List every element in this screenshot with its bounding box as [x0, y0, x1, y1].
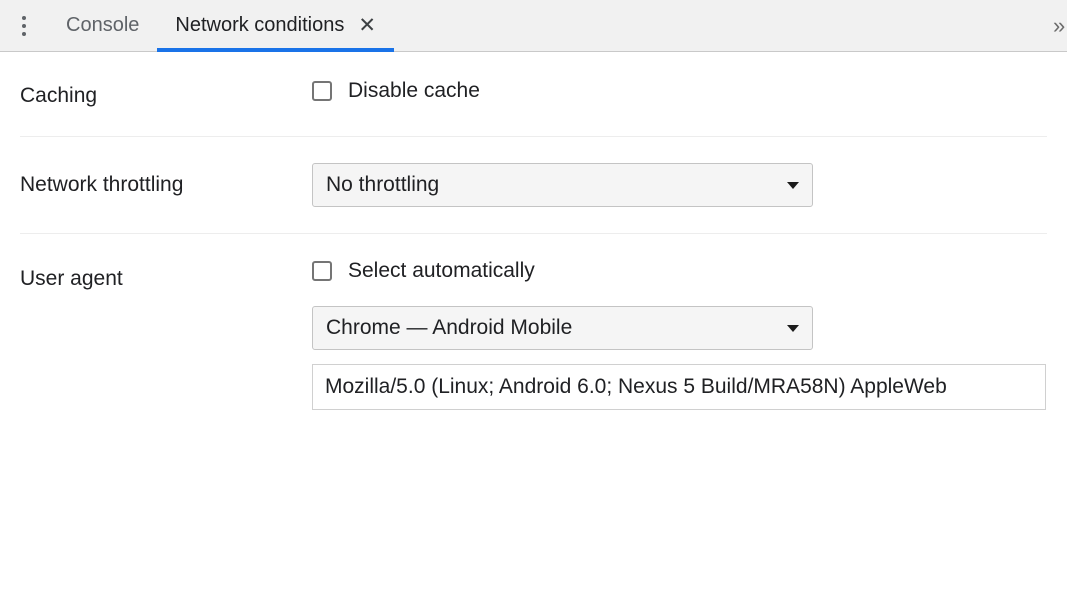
more-vertical-icon[interactable]	[0, 0, 48, 51]
caching-body: Disable cache	[312, 79, 1047, 103]
network-throttling-body: No throttling	[312, 163, 1047, 207]
dot	[22, 24, 26, 28]
user-agent-preset-selected-value: Chrome — Android Mobile	[326, 316, 572, 340]
user-agent-row: User agent Select automatically Chrome —…	[0, 234, 1067, 410]
tab-overflow-chevron-icon[interactable]: »	[1053, 13, 1067, 39]
tab-console[interactable]: Console	[48, 0, 157, 51]
user-agent-label: User agent	[20, 259, 312, 292]
select-automatically-checkbox[interactable]	[312, 261, 332, 281]
select-automatically-checkbox-row[interactable]: Select automatically	[312, 259, 1047, 283]
disable-cache-checkbox[interactable]	[312, 81, 332, 101]
network-throttling-row: Network throttling No throttling	[0, 137, 1067, 233]
disable-cache-checkbox-row[interactable]: Disable cache	[312, 79, 1047, 103]
dot	[22, 32, 26, 36]
disable-cache-label: Disable cache	[348, 79, 480, 103]
devtools-tabbar: Console Network conditions ✕ »	[0, 0, 1067, 52]
user-agent-string-input[interactable]: Mozilla/5.0 (Linux; Android 6.0; Nexus 5…	[312, 364, 1046, 410]
user-agent-body: Select automatically Chrome — Android Mo…	[312, 259, 1047, 410]
tab-network-conditions-label: Network conditions	[175, 14, 344, 37]
select-automatically-label: Select automatically	[348, 259, 535, 283]
tab-network-conditions[interactable]: Network conditions ✕	[157, 0, 394, 51]
user-agent-string-value: Mozilla/5.0 (Linux; Android 6.0; Nexus 5…	[325, 375, 947, 399]
caching-row: Caching Disable cache	[0, 52, 1067, 136]
user-agent-preset-select[interactable]: Chrome — Android Mobile	[312, 306, 813, 350]
network-throttling-selected-value: No throttling	[326, 173, 439, 197]
chevron-down-icon	[787, 325, 799, 332]
caching-label: Caching	[20, 79, 312, 109]
network-throttling-label: Network throttling	[20, 163, 312, 198]
dot	[22, 16, 26, 20]
tab-console-label: Console	[66, 14, 139, 37]
network-throttling-select[interactable]: No throttling	[312, 163, 813, 207]
network-conditions-panel: Caching Disable cache Network throttling…	[0, 52, 1067, 595]
close-icon[interactable]: ✕	[358, 15, 376, 36]
chevron-down-icon	[787, 182, 799, 189]
